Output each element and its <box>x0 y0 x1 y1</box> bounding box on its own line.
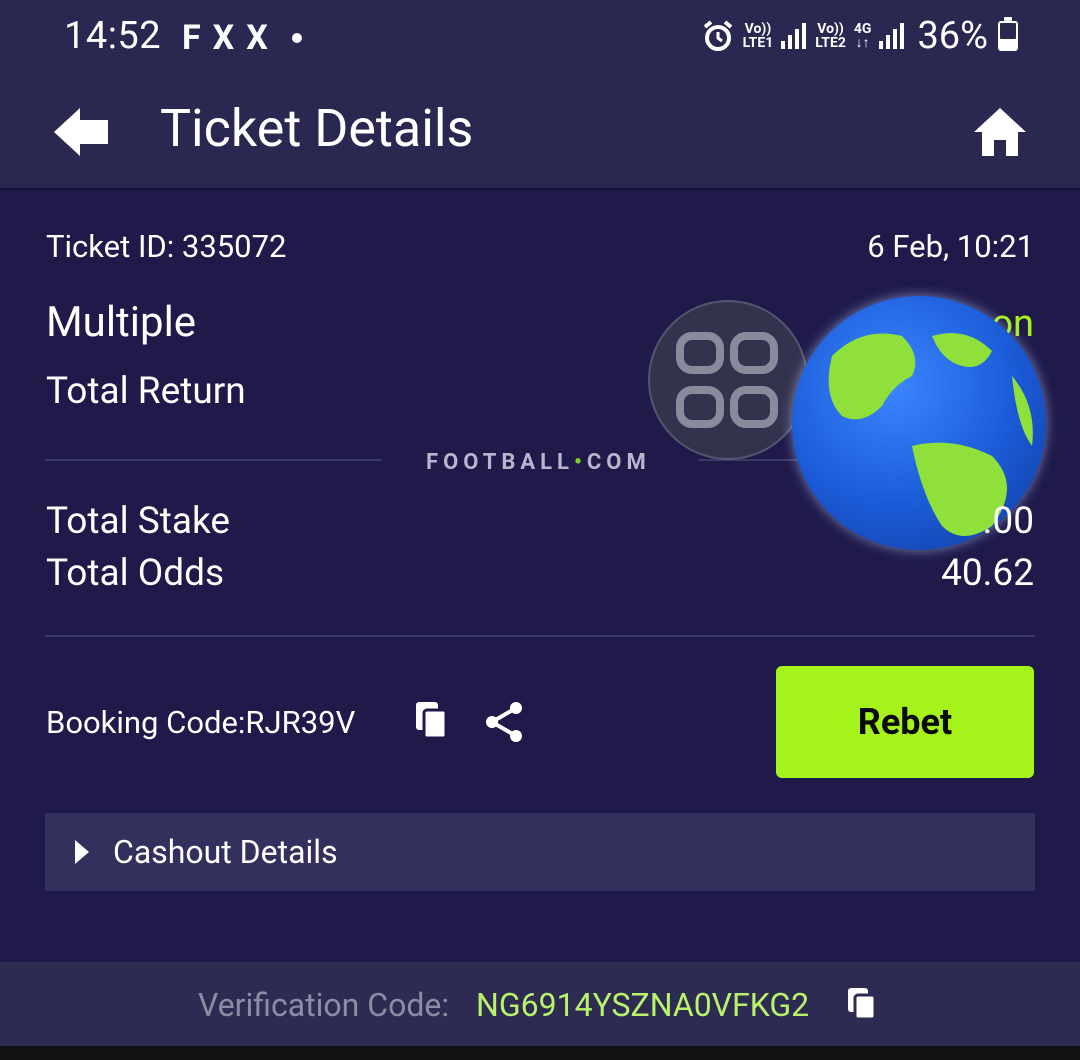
cashout-details-toggle[interactable]: Cashout Details <box>45 813 1035 891</box>
total-stake-value: .00 <box>982 500 1034 543</box>
network-type-icon: 4G ↓↑ <box>853 21 872 51</box>
battery-icon <box>998 17 1018 51</box>
system-nav-bar <box>0 1046 1080 1060</box>
verification-bar: Verification Code: NG6914YSZNA0VFKG2 <box>0 962 1080 1046</box>
share-icon[interactable] <box>484 700 526 744</box>
app-notification-icon: F <box>182 18 201 58</box>
ticket-details-panel: Ticket ID: 335072 6 Feb, 10:21 Multiple … <box>0 190 1080 962</box>
verification-label: Verification Code: <box>198 986 450 1024</box>
copy-icon[interactable] <box>414 700 450 740</box>
more-notifications-icon <box>291 33 302 43</box>
sim1-volte-icon: Vo)) LTE1 <box>742 21 774 51</box>
cashout-details-label: Cashout Details <box>113 833 338 871</box>
rebet-button[interactable]: Rebet <box>776 666 1034 778</box>
page-title: Ticket Details <box>160 98 474 159</box>
x-notification-icon: X <box>212 18 235 58</box>
caret-right-icon <box>75 840 89 864</box>
sim2-volte-icon: Vo)) LTE2 <box>815 21 846 51</box>
ticket-type: Multiple <box>46 298 197 347</box>
ticket-date: 6 Feb, 10:21 <box>867 228 1034 265</box>
total-odds-label: Total Odds <box>46 552 225 595</box>
app-header: Ticket Details <box>0 78 1080 190</box>
status-bar: 14:52 F X X Vo)) LTE1 Vo)) LTE2 4G ↓↑ 36% <box>0 0 1080 78</box>
notification-icons: F X X <box>182 18 302 58</box>
back-arrow-icon[interactable] <box>50 104 112 160</box>
copy-verification-icon[interactable] <box>846 986 878 1022</box>
floating-apps-bubble[interactable] <box>648 300 808 460</box>
battery-percent: 36% <box>917 14 988 58</box>
divider <box>45 635 1035 637</box>
ticket-id: Ticket ID: 335072 <box>46 228 287 265</box>
watermark: FOOTBALL•COM <box>426 450 651 475</box>
alarm-icon <box>703 20 732 51</box>
total-odds-value: 40.62 <box>941 552 1034 595</box>
status-time: 14:52 <box>64 14 162 58</box>
total-stake-label: Total Stake <box>46 500 231 543</box>
app-grid-icon <box>676 332 778 428</box>
verification-code: NG6914YSZNA0VFKG2 <box>476 986 810 1024</box>
signal-sim2-icon <box>879 23 905 49</box>
booking-code: Booking Code:RJR39V <box>46 704 356 741</box>
home-icon[interactable] <box>972 104 1028 160</box>
system-icons: Vo)) LTE1 Vo)) LTE2 4G ↓↑ 36% <box>701 14 1018 58</box>
total-return-label: Total Return <box>46 370 246 413</box>
divider <box>45 459 382 461</box>
signal-sim1-icon <box>781 23 807 49</box>
x-notification-icon: X <box>246 18 268 58</box>
